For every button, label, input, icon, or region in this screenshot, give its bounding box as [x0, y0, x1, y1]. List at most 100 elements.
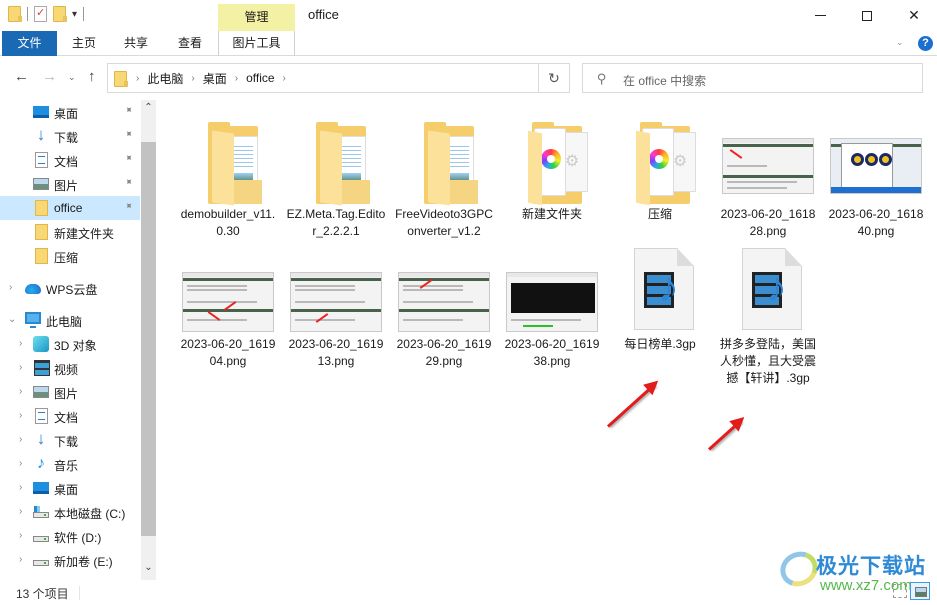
- image-thumbnail: [828, 110, 924, 206]
- tab-view[interactable]: 查看: [170, 31, 210, 56]
- large-icons-view-button[interactable]: [910, 582, 930, 600]
- tab-share[interactable]: 共享: [116, 31, 156, 56]
- sidebar-item-downloads[interactable]: ↓ 下载 ✦: [0, 124, 140, 148]
- scroll-up-icon[interactable]: ⌃: [141, 102, 156, 113]
- folder-icon[interactable]: [8, 6, 22, 22]
- file-item-image[interactable]: 2023-06-20_161840.png: [824, 110, 928, 240]
- help-icon[interactable]: ?: [918, 36, 933, 51]
- sidebar-item-wps-cloud[interactable]: › WPS云盘: [0, 276, 140, 300]
- sidebar-item-desktop[interactable]: 桌面 ✦: [0, 100, 140, 124]
- scrollbar-thumb[interactable]: [141, 142, 156, 536]
- chevron-right-icon[interactable]: ›: [19, 482, 22, 493]
- chevron-down-icon[interactable]: ⌄: [8, 314, 16, 325]
- folder-with-media-icon: [504, 110, 600, 206]
- sidebar-item-new-folder[interactable]: 新建文件夹: [0, 220, 140, 244]
- sidebar-scrollbar[interactable]: ⌃ ⌄: [141, 100, 156, 580]
- expand-ribbon-icon[interactable]: ⌄: [896, 37, 904, 48]
- chevron-right-icon[interactable]: ›: [19, 386, 22, 397]
- sidebar-item-pictures[interactable]: 图片 ✦: [0, 172, 140, 196]
- sidebar-item-compressed[interactable]: 压缩: [0, 244, 140, 268]
- tab-picture-tools[interactable]: 图片工具: [218, 31, 295, 56]
- sidebar-item-label: 压缩: [54, 251, 79, 265]
- file-item-folder[interactable]: EZ.Meta.Tag.Editor_2.2.2.1: [284, 110, 388, 240]
- document-icon: [35, 152, 48, 168]
- file-item-folder[interactable]: demobuilder_v11.0.30: [176, 110, 280, 240]
- sidebar-item-office[interactable]: office ✦: [0, 196, 140, 220]
- tab-home[interactable]: 主页: [64, 31, 104, 56]
- folder-icon: [35, 224, 48, 240]
- file-item-folder[interactable]: 压缩: [608, 110, 712, 223]
- manage-contextual-tab[interactable]: 管理: [218, 4, 295, 31]
- back-button[interactable]: ←: [14, 68, 29, 85]
- file-item-video[interactable]: ♪ 每日榜单.3gp: [608, 240, 712, 353]
- chevron-right-icon[interactable]: ›: [19, 506, 22, 517]
- file-item-folder[interactable]: 新建文件夹: [500, 110, 604, 223]
- tab-file[interactable]: 文件: [2, 31, 57, 56]
- sidebar-item-pictures-pc[interactable]: › 图片: [0, 380, 140, 404]
- recent-locations-button[interactable]: ⌄: [68, 72, 76, 83]
- chevron-right-icon[interactable]: ›: [235, 73, 238, 84]
- sidebar-item-label: 下载: [54, 131, 79, 145]
- divider: [27, 7, 28, 21]
- file-item-video[interactable]: ♪ 拼多多登陆，美国人秒懂，且大受震撼【轩讲】.3gp: [716, 240, 820, 387]
- new-folder-icon[interactable]: [53, 6, 67, 22]
- scroll-down-icon[interactable]: ⌄: [141, 562, 156, 573]
- chevron-right-icon[interactable]: ›: [283, 73, 286, 84]
- chevron-right-icon[interactable]: ›: [9, 282, 12, 293]
- breadcrumb-this-pc[interactable]: 此电脑: [147, 70, 183, 87]
- sidebar-item-videos[interactable]: › 视频: [0, 356, 140, 380]
- sidebar-item-downloads-pc[interactable]: › ↓ 下载: [0, 428, 140, 452]
- chevron-right-icon[interactable]: ›: [19, 338, 22, 349]
- pin-icon[interactable]: ✦: [121, 200, 135, 214]
- file-item-folder[interactable]: FreeVideoto3GPConverter_v1.2: [392, 110, 496, 240]
- forward-button[interactable]: →: [42, 68, 57, 85]
- file-item-image[interactable]: 2023-06-20_161913.png: [284, 240, 388, 370]
- sidebar-item-documents-pc[interactable]: › 文档: [0, 404, 140, 428]
- sidebar-item-drive-d[interactable]: › 软件 (D:): [0, 524, 140, 548]
- pin-icon[interactable]: ✦: [121, 176, 135, 190]
- document-icon: [35, 408, 48, 424]
- file-item-image[interactable]: 2023-06-20_161904.png: [176, 240, 280, 370]
- chevron-right-icon[interactable]: ›: [19, 410, 22, 421]
- chevron-right-icon[interactable]: ›: [19, 434, 22, 445]
- sidebar-item-this-pc[interactable]: ⌄ 此电脑: [0, 308, 140, 332]
- 3d-objects-icon: [33, 336, 49, 352]
- pin-icon[interactable]: ✦: [121, 152, 135, 166]
- file-name: 2023-06-20_161904.png: [180, 337, 276, 368]
- details-view-button[interactable]: [893, 584, 907, 598]
- properties-icon[interactable]: [34, 6, 47, 22]
- sidebar-item-desktop-pc[interactable]: › 桌面: [0, 476, 140, 500]
- address-bar[interactable]: › 此电脑 › 桌面 › office › ⌄: [107, 63, 609, 93]
- chevron-right-icon[interactable]: ›: [19, 554, 22, 565]
- chevron-right-icon[interactable]: ›: [19, 458, 22, 469]
- pin-icon[interactable]: ✦: [121, 128, 135, 142]
- breadcrumb-desktop[interactable]: 桌面: [203, 70, 227, 87]
- minimize-button[interactable]: [797, 0, 843, 31]
- maximize-button[interactable]: [844, 0, 890, 31]
- up-button[interactable]: ↑: [88, 68, 96, 85]
- breadcrumb-office[interactable]: office: [246, 71, 274, 85]
- 3gp-media-file-icon: ♪: [612, 240, 708, 336]
- chevron-right-icon[interactable]: ›: [19, 362, 22, 373]
- chevron-right-icon[interactable]: ›: [136, 73, 139, 84]
- customize-toolbar-icon[interactable]: ▾: [72, 9, 77, 20]
- search-icon: ⚲: [597, 71, 607, 86]
- file-item-image[interactable]: 2023-06-20_161929.png: [392, 240, 496, 370]
- sidebar-item-music[interactable]: › ♪ 音乐: [0, 452, 140, 476]
- cloud-icon: [25, 284, 41, 294]
- refresh-button[interactable]: ↻: [538, 63, 570, 93]
- breadcrumb: › 此电脑 › 桌面 › office ›: [136, 64, 286, 92]
- pin-icon[interactable]: ✦: [121, 104, 135, 118]
- sidebar-item-drive-c[interactable]: › 本地磁盘 (C:): [0, 500, 140, 524]
- image-thumbnail: [504, 240, 600, 336]
- close-button[interactable]: ✕: [891, 0, 937, 31]
- sidebar-item-documents[interactable]: 文档 ✦: [0, 148, 140, 172]
- sidebar-item-drive-e[interactable]: › 新加卷 (E:): [0, 548, 140, 572]
- file-item-image[interactable]: 2023-06-20_161938.png: [500, 240, 604, 370]
- file-item-image[interactable]: 2023-06-20_161828.png: [716, 110, 820, 240]
- chevron-right-icon[interactable]: ›: [19, 530, 22, 541]
- minimize-icon: [814, 15, 826, 16]
- sidebar-item-3d-objects[interactable]: › 3D 对象: [0, 332, 140, 356]
- chevron-right-icon[interactable]: ›: [191, 73, 194, 84]
- search-input[interactable]: ⚲ 在 office 中搜索: [582, 63, 923, 93]
